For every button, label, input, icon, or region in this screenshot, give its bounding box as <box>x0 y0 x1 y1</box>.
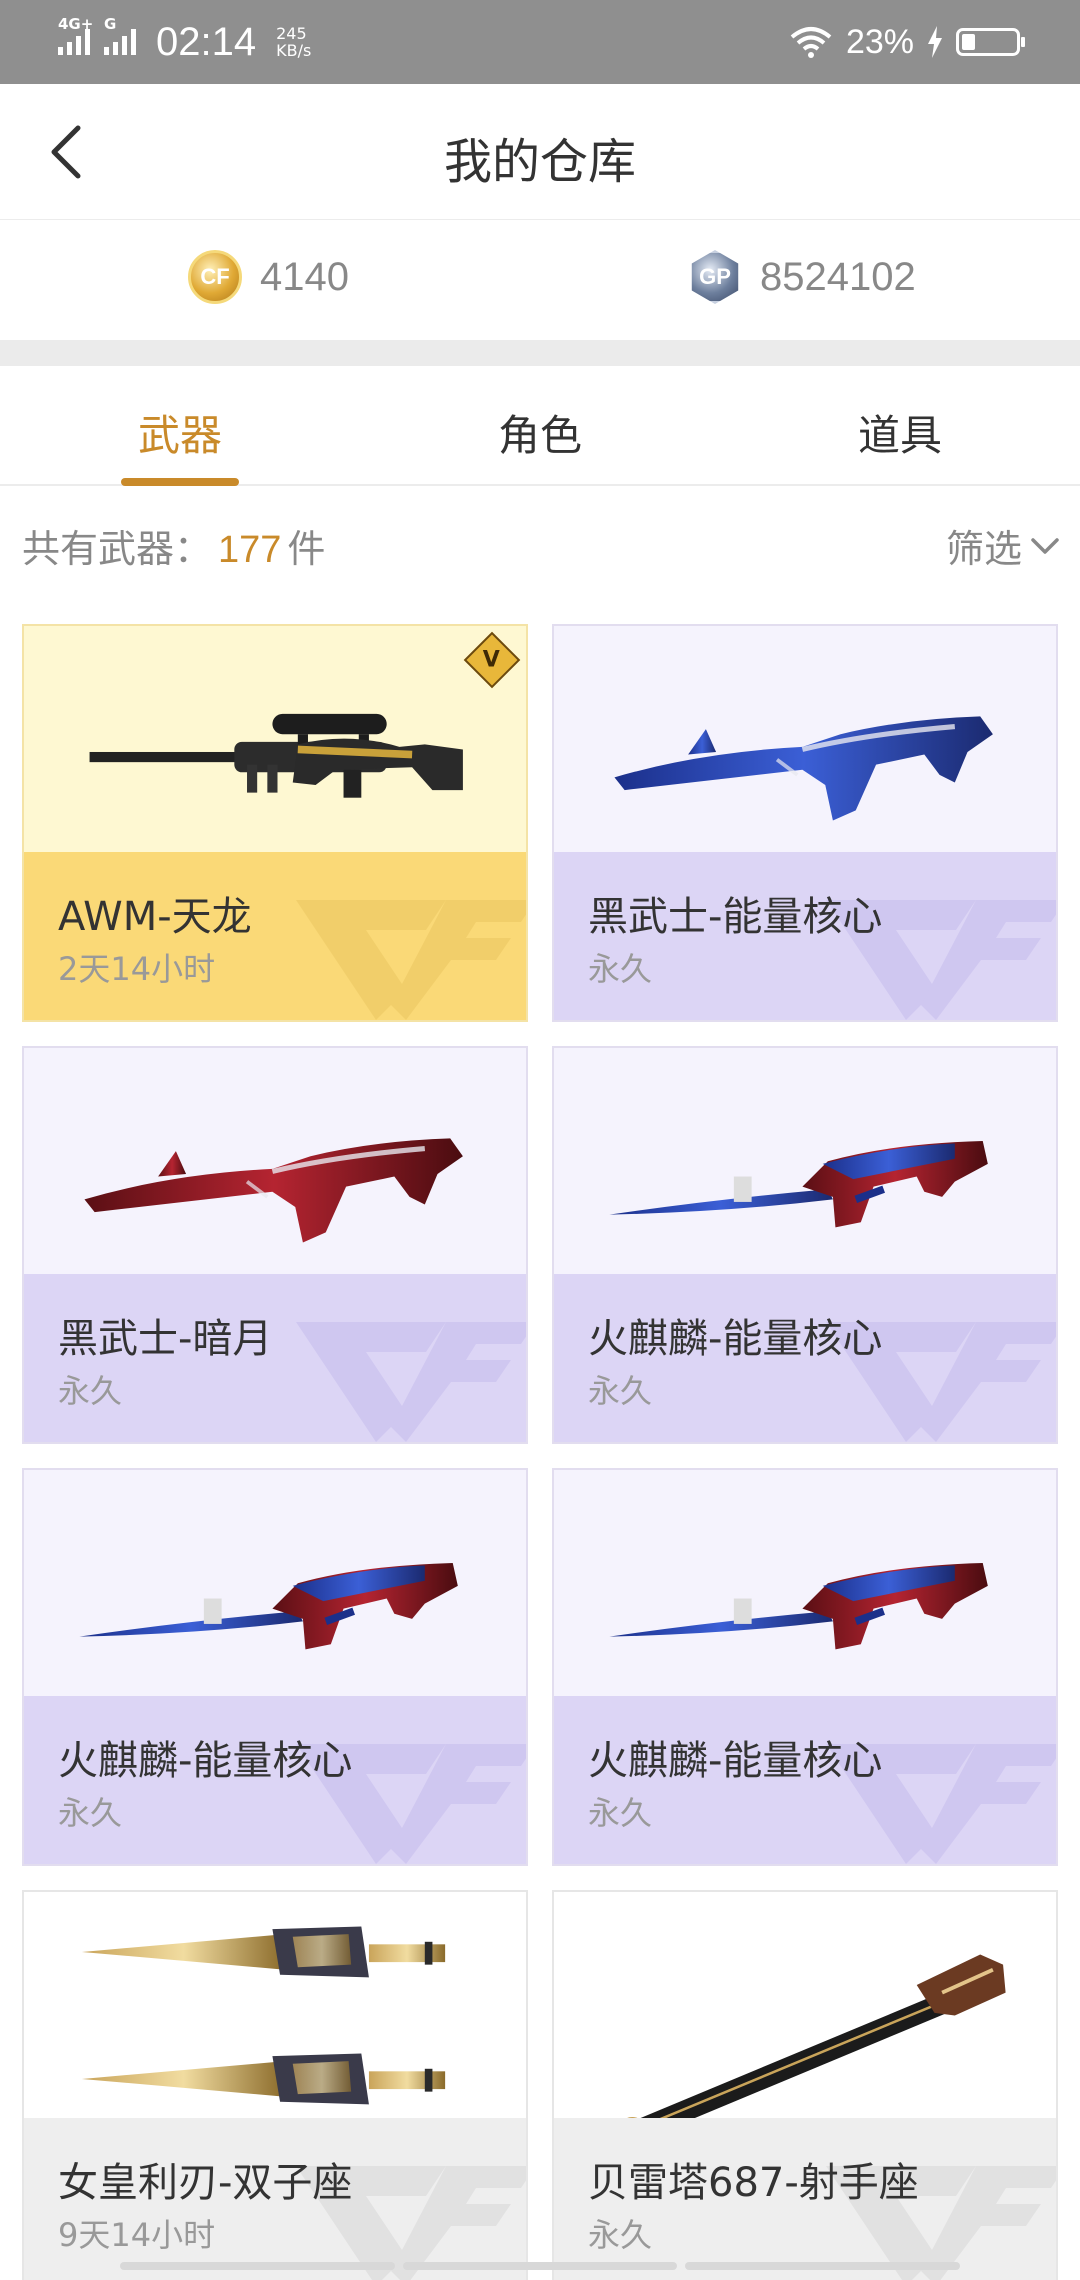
count-number: 177 <box>218 529 282 571</box>
status-left: 4G+ G 02:14 245 KB/s <box>58 15 311 68</box>
weapon-info: 黑武士-能量核心永久 <box>554 852 1056 1020</box>
weapon-name: 火麒麟-能量核心 <box>58 1738 353 1784</box>
vip-badge-label: V <box>483 647 501 673</box>
weapon-card[interactable]: 黑武士-能量核心永久 <box>552 624 1058 1022</box>
filter-button[interactable]: 筛选 <box>946 518 1060 573</box>
weapon-image <box>614 716 993 821</box>
status-right: 23% <box>788 16 1025 68</box>
charging-icon <box>928 26 942 58</box>
weapon-duration: 永久 <box>58 1372 123 1410</box>
summary-bar: 共有武器： 177 件 筛选 <box>0 486 1080 596</box>
weapon-name: 女皇利刃-双子座 <box>58 2160 353 2206</box>
weapon-name: AWM-天龙 <box>58 894 252 940</box>
weapon-card[interactable]: V AWM-天龙 2天14小时 <box>22 624 528 1022</box>
weapon-duration: 9天14小时 <box>58 2216 216 2254</box>
signal-icon: 4G+ <box>58 15 93 55</box>
category-tabs: 武器 角色 道具 <box>0 366 1080 486</box>
filter-label: 筛选 <box>945 527 1022 571</box>
network-speed: 245 KB/s <box>276 25 311 59</box>
weapon-name: 黑武士-能量核心 <box>588 894 883 940</box>
weapon-image <box>609 1562 988 1650</box>
weapon-name: 火麒麟-能量核心 <box>588 1738 883 1784</box>
chevron-down-icon <box>1031 537 1059 554</box>
weapon-card[interactable]: 火麒麟-能量核心永久 <box>552 1046 1058 1444</box>
network-type-2: G <box>104 15 117 33</box>
network-type-1: 4G+ <box>58 15 94 33</box>
cf-coin-icon: CF <box>188 250 242 304</box>
weapon-card[interactable]: 黑武士-暗月永久 <box>22 1046 528 1444</box>
gp-points: GP 8524102 <box>688 250 916 304</box>
speed-value: 245 <box>276 24 307 43</box>
weapon-info: 黑武士-暗月永久 <box>24 1274 526 1442</box>
tab-items[interactable]: 道具 <box>720 366 1080 484</box>
status-time: 02:14 <box>156 19 257 64</box>
weapon-image <box>89 713 463 798</box>
weapon-duration: 2天14小时 <box>58 950 216 988</box>
weapon-duration: 永久 <box>588 1372 653 1410</box>
gp-points-value: 8524102 <box>760 254 916 299</box>
weapon-image <box>79 1562 458 1650</box>
weapon-image <box>609 1140 988 1228</box>
weapon-image <box>623 1954 1006 2120</box>
weapon-duration: 永久 <box>588 950 653 988</box>
weapon-info: 火麒麟-能量核心永久 <box>554 1274 1056 1442</box>
weapon-image <box>84 1138 463 1243</box>
cf-points-value: 4140 <box>260 254 349 299</box>
weapon-duration: 永久 <box>588 2216 653 2254</box>
weapon-info: 火麒麟-能量核心永久 <box>554 1696 1056 1864</box>
weapon-name: 火麒麟-能量核心 <box>588 1316 883 1362</box>
wifi-icon <box>790 27 832 58</box>
weapon-card[interactable]: 贝雷塔687-射手座永久 <box>552 1890 1058 2280</box>
cf-watermark-icon <box>296 900 526 1020</box>
weapon-grid: V AWM-天龙 2天14小时 黑武士-能量核心 永久 黑武士-暗月 永久 火麒麟-能量核心永… <box>22 624 1058 2280</box>
gp-coin-icon: GP <box>691 250 739 304</box>
weapon-name: 黑武士-暗月 <box>58 1316 273 1362</box>
status-bar: 4G+ G 02:14 245 KB/s 23% <box>0 0 1080 84</box>
battery-icon <box>956 28 1025 56</box>
weapon-duration: 永久 <box>58 1794 123 1832</box>
scroll-indicator <box>120 2262 961 2270</box>
currency-bar: CF 4140 GP 8524102 <box>0 220 1080 340</box>
weapon-card[interactable]: 火麒麟-能量核心永久 <box>552 1468 1058 1866</box>
weapon-image <box>81 1926 446 2105</box>
speed-unit: KB/s <box>276 41 312 60</box>
weapon-info: 贝雷塔687-射手座永久 <box>554 2118 1056 2280</box>
tab-characters[interactable]: 角色 <box>360 366 720 484</box>
signal-icon-2: G <box>104 15 136 55</box>
cf-watermark-icon <box>296 1322 526 1442</box>
weapon-duration: 永久 <box>588 1794 653 1832</box>
weapon-info: 女皇利刃-双子座 9天14小时 <box>24 2118 526 2280</box>
app-header: 我的仓库 <box>0 84 1080 220</box>
tab-weapons[interactable]: 武器 <box>0 366 360 486</box>
cf-points: CF 4140 <box>188 250 349 304</box>
weapon-count: 共有武器： 177 件 <box>22 518 325 573</box>
gp-coin-label: GP <box>699 264 731 289</box>
weapon-info: AWM-天龙 2天14小时 <box>24 852 526 1020</box>
battery-percent: 23% <box>845 22 914 61</box>
section-divider <box>0 340 1080 366</box>
weapon-name: 贝雷塔687-射手座 <box>588 2160 919 2206</box>
count-unit: 件 <box>287 527 326 571</box>
weapon-card[interactable]: 女皇利刃-双子座 9天14小时 <box>22 1890 528 2280</box>
cf-coin-label: CF <box>200 264 230 289</box>
page-title: 我的仓库 <box>443 134 636 190</box>
weapon-info: 火麒麟-能量核心永久 <box>24 1696 526 1864</box>
weapon-card[interactable]: 火麒麟-能量核心永久 <box>22 1468 528 1866</box>
count-prefix: 共有武器： <box>22 527 213 571</box>
